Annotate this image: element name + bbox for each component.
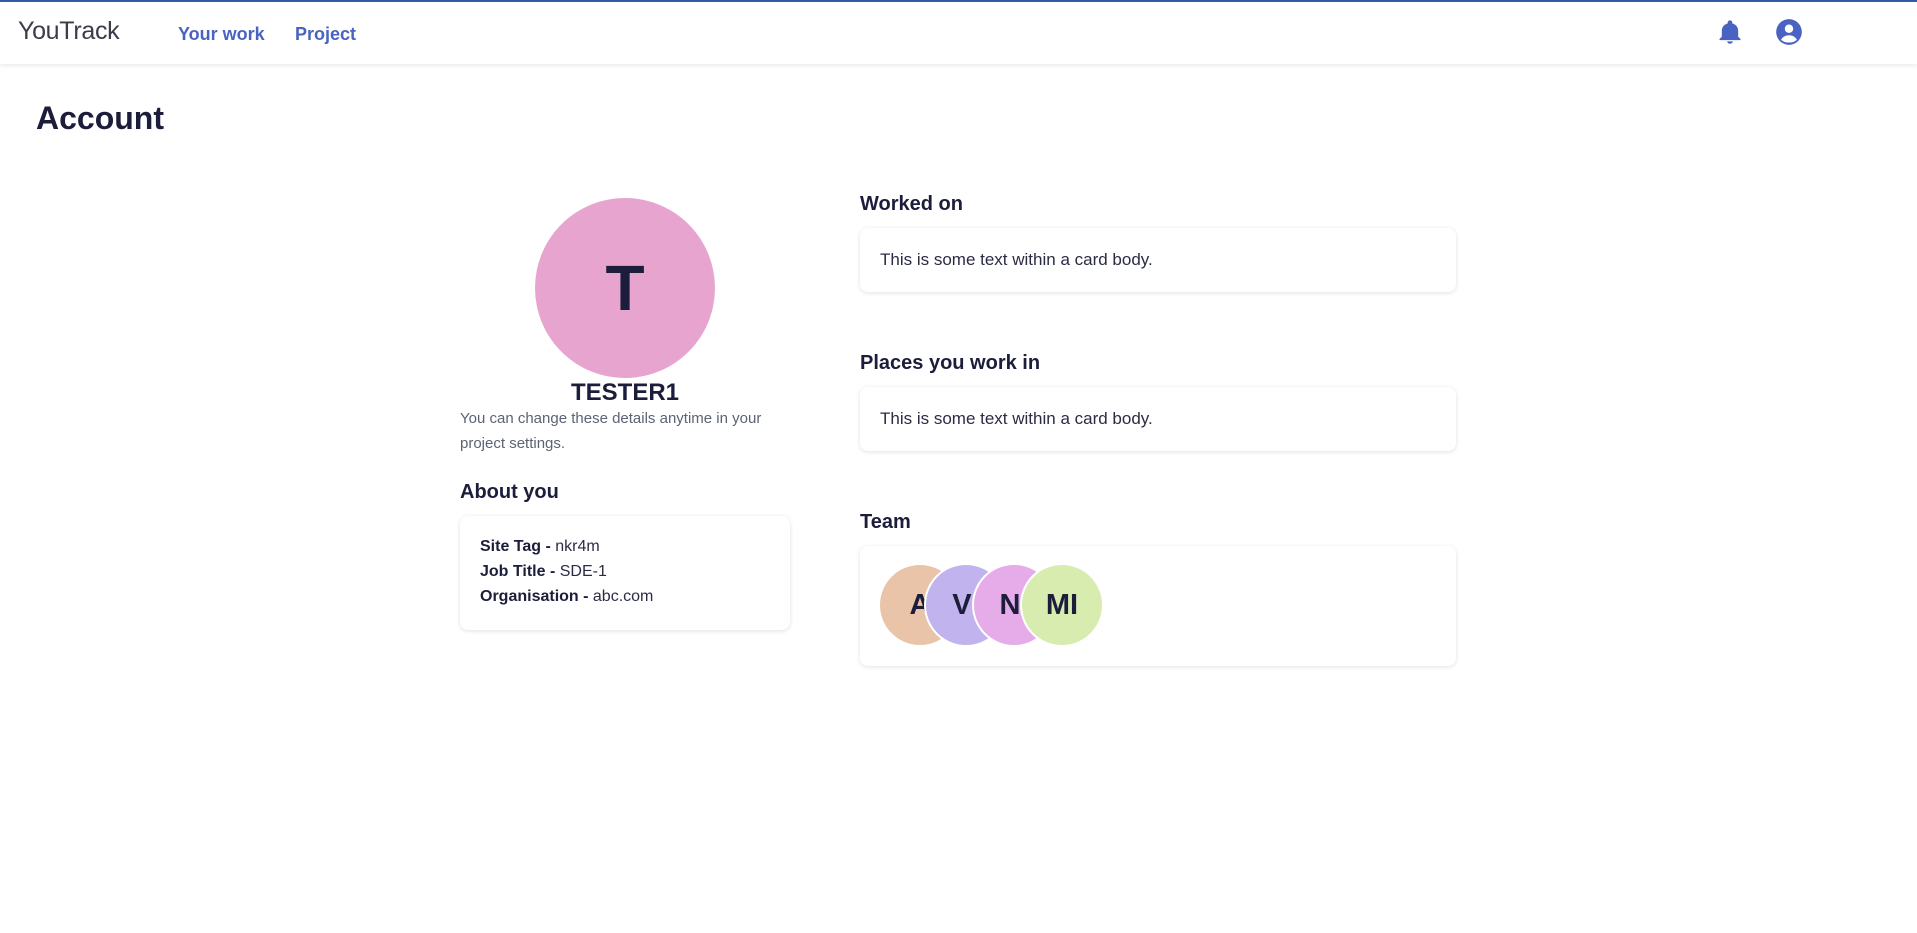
about-you-title: About you <box>460 481 559 503</box>
profile-avatar: T <box>535 198 715 378</box>
worked-on-card: This is some text within a card body. <box>860 228 1456 292</box>
brand-logo[interactable]: YouTrack <box>18 17 120 46</box>
job-title-label: Job Title - <box>480 563 556 580</box>
worked-on-body: This is some text within a card body. <box>880 250 1153 269</box>
job-title-value: SDE-1 <box>559 563 607 580</box>
site-tag-value: nkr4m <box>555 538 600 555</box>
organisation-value: abc.com <box>592 588 654 605</box>
profile-hint: You can change these details anytime in … <box>460 410 762 452</box>
worked-on-title: Worked on <box>860 193 963 215</box>
team-member-initials: MI <box>1045 588 1079 621</box>
profile-avatar-letter: T <box>605 252 645 324</box>
about-you-card: Site Tag - nkr4m Job Title - SDE-1 Organ… <box>460 516 790 630</box>
organisation-row: Organisation - abc.com <box>480 584 770 609</box>
team-title: Team <box>860 511 911 533</box>
team-card: A VI NI MI <box>860 546 1456 666</box>
bell-icon[interactable] <box>1716 18 1744 46</box>
site-tag-row: Site Tag - nkr4m <box>480 534 770 559</box>
team-member-avatar[interactable]: MI <box>1020 563 1104 647</box>
nav-your-work[interactable]: Your work <box>178 24 265 45</box>
places-title: Places you work in <box>860 352 1041 374</box>
places-body: This is some text within a card body. <box>880 409 1153 428</box>
job-title-row: Job Title - SDE-1 <box>480 559 770 584</box>
top-navbar: YouTrack Your work Project <box>0 0 1917 64</box>
profile-username: TESTER1 <box>570 379 680 406</box>
user-circle-icon[interactable] <box>1775 18 1803 46</box>
page-title: Account <box>36 100 164 136</box>
places-card: This is some text within a card body. <box>860 387 1456 451</box>
nav-project[interactable]: Project <box>295 24 356 45</box>
site-tag-label: Site Tag - <box>480 538 551 555</box>
organisation-label: Organisation - <box>480 588 589 605</box>
